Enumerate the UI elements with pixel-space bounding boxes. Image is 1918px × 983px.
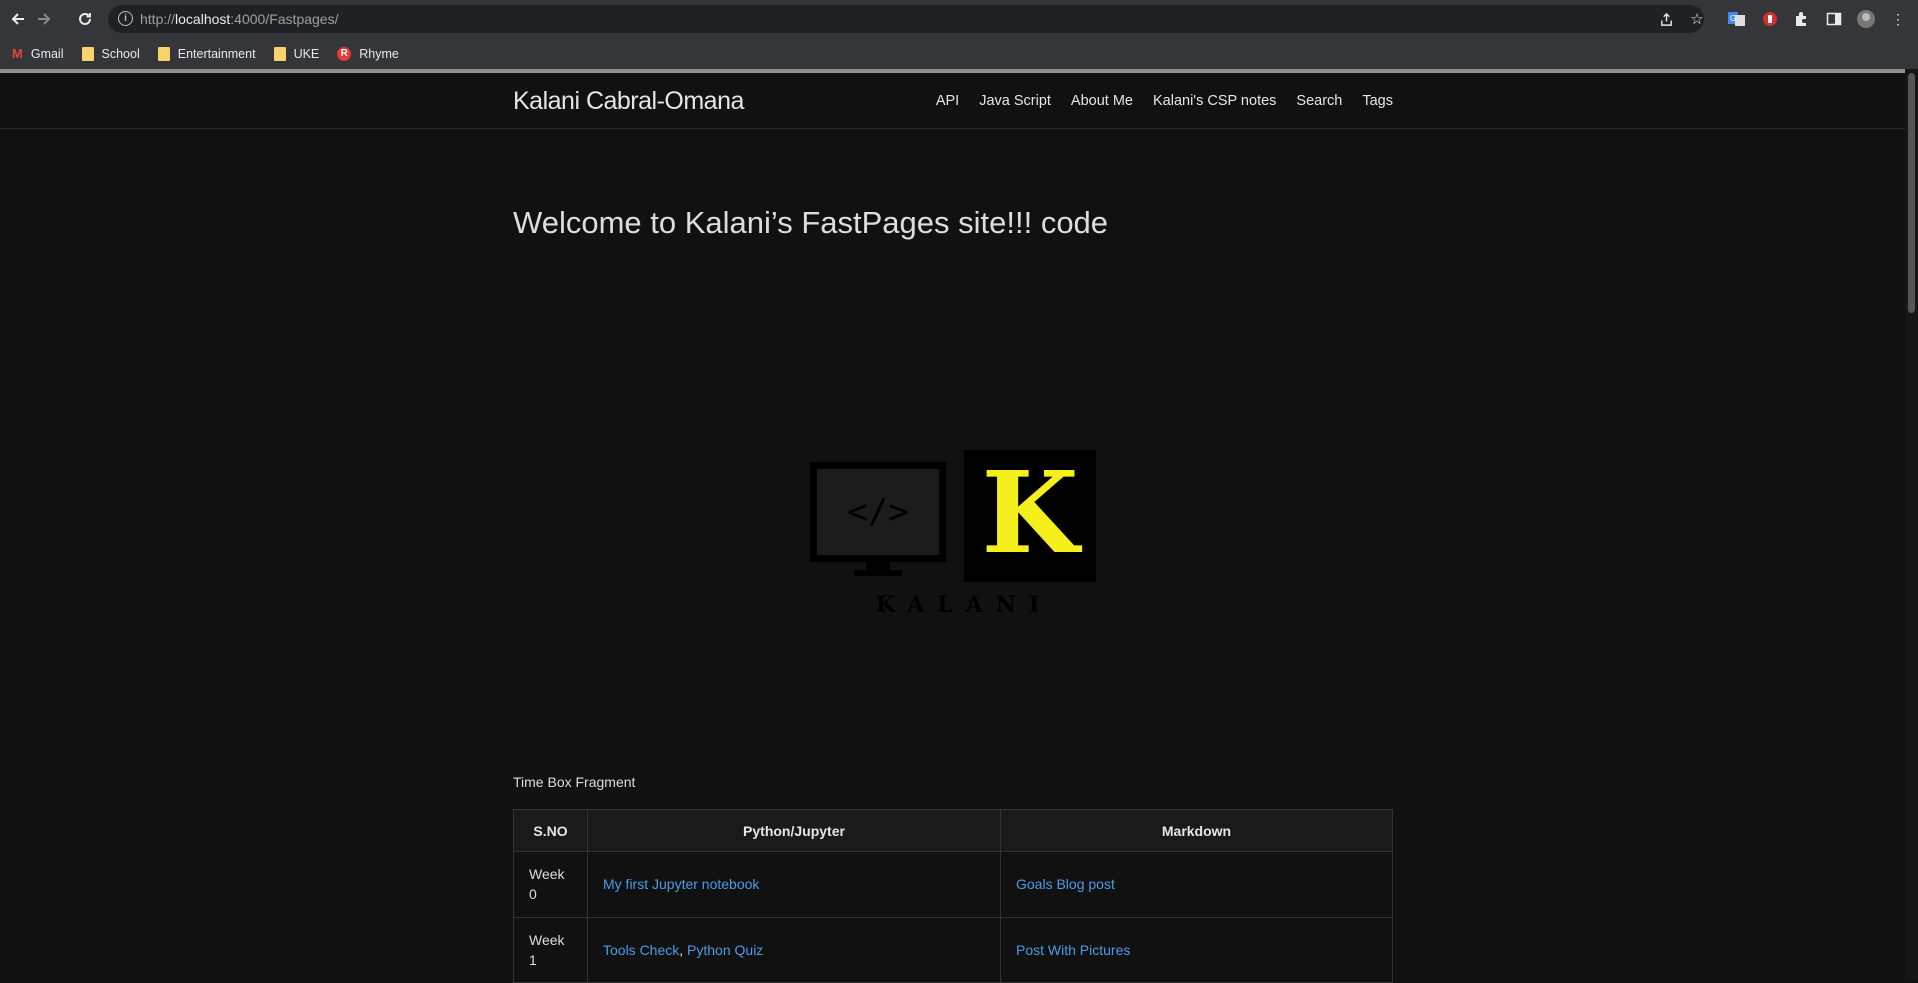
browser-toolbar: i http://localhost:4000/Fastpages/ ☆ G ⋮ [0,0,1918,38]
nav-java-script[interactable]: Java Script [979,93,1051,109]
site-header: Kalani Cabral-Omana API Java Script Abou… [0,73,1905,129]
python-cell: My first Jupyter notebook [587,851,1001,918]
page-scrollbar[interactable] [1905,69,1918,980]
code-symbol: </> [816,468,940,556]
bookmark-label: School [101,46,140,61]
url-prefix: http:// [140,11,176,27]
monitor-icon: </> [810,462,946,562]
bookmarks-bar: M Gmail School Entertainment UKE R Rhyme [0,38,1918,69]
bookmark-label: Entertainment [177,46,256,61]
folder-icon [81,46,94,61]
scrollbar-thumb[interactable] [1908,73,1915,313]
link-goals-blog-post[interactable]: Goals Blog post [1016,876,1115,892]
reload-icon[interactable] [72,6,98,32]
python-cell: Tools Check, Python Quiz [587,916,1001,983]
rhyme-icon: R [337,46,352,61]
time-box-table: S.NO Python/Jupyter Markdown Week 0 My f… [513,809,1393,983]
table-row: Week 0 My first Jupyter notebook Goals B… [513,851,1393,918]
extensions-puzzle-icon[interactable] [1791,9,1811,29]
translate-extension-icon[interactable]: G [1727,9,1747,29]
page-heading: Welcome to Kalani’s FastPages site!!! co… [513,205,1109,240]
nav-csp-notes[interactable]: Kalani's CSP notes [1153,93,1276,109]
bookmark-gmail[interactable]: M Gmail [12,46,64,61]
markdown-cell: Post With Pictures [1000,916,1393,983]
bookmark-uke[interactable]: UKE [273,46,320,61]
bookmark-label: Gmail [30,46,64,61]
page-content: Kalani Cabral-Omana API Java Script Abou… [0,73,1905,983]
bookmark-star-icon[interactable]: ☆ [1687,9,1707,29]
kalani-logo: </> K KALANI [810,450,1100,625]
nav-tags[interactable]: Tags [1362,93,1393,109]
nav-api[interactable]: API [936,93,959,109]
gmail-icon: M [12,46,23,61]
address-bar[interactable]: i http://localhost:4000/Fastpages/ [108,5,1704,33]
logo-letter: K [981,448,1079,579]
markdown-cell: Goals Blog post [1000,851,1393,918]
header-markdown: Markdown [1000,809,1393,852]
side-panel-icon[interactable] [1824,9,1844,29]
url-path: :4000/Fastpages/ [230,11,339,27]
link-tools-check[interactable]: Tools Check [603,942,679,958]
bookmark-school[interactable]: School [81,46,140,61]
stop-extension-icon[interactable] [1760,9,1780,29]
link-separator: , [679,941,688,958]
header-sno: S.NO [513,809,588,852]
menu-dots-icon[interactable]: ⋮ [1888,9,1908,29]
site-info-icon[interactable]: i [118,11,133,26]
bookmark-rhyme[interactable]: R Rhyme [337,46,399,61]
monitor-base [854,570,902,576]
bookmark-label: Rhyme [359,46,399,61]
forward-icon[interactable] [31,6,57,32]
profile-avatar[interactable] [1856,9,1876,29]
k-letter-box: K [964,450,1096,582]
table-header-row: S.NO Python/Jupyter Markdown [513,809,1393,852]
site-nav: API Java Script About Me Kalani's CSP no… [916,93,1393,109]
svg-text:G: G [1730,14,1736,23]
url-host: localhost [175,11,231,27]
site-title[interactable]: Kalani Cabral-Omana [513,87,744,116]
table-row: Week 1 Tools Check, Python Quiz Post Wit… [513,916,1393,983]
week-cell: Week 0 [513,851,588,918]
bookmark-entertainment[interactable]: Entertainment [157,46,256,61]
bookmark-label: UKE [293,46,320,61]
back-icon[interactable] [5,6,31,32]
table-caption: Time Box Fragment [513,774,636,790]
link-post-with-pictures[interactable]: Post With Pictures [1016,942,1130,958]
nav-about-me[interactable]: About Me [1071,93,1133,109]
nav-search[interactable]: Search [1296,93,1342,109]
week-cell: Week 1 [513,916,588,983]
share-icon[interactable] [1656,9,1676,29]
link-first-jupyter-notebook[interactable]: My first Jupyter notebook [603,876,759,892]
folder-icon [273,46,286,61]
folder-icon [157,46,170,61]
logo-text: KALANI [876,592,1053,618]
header-python: Python/Jupyter [587,809,1001,852]
link-python-quiz[interactable]: Python Quiz [687,942,763,958]
